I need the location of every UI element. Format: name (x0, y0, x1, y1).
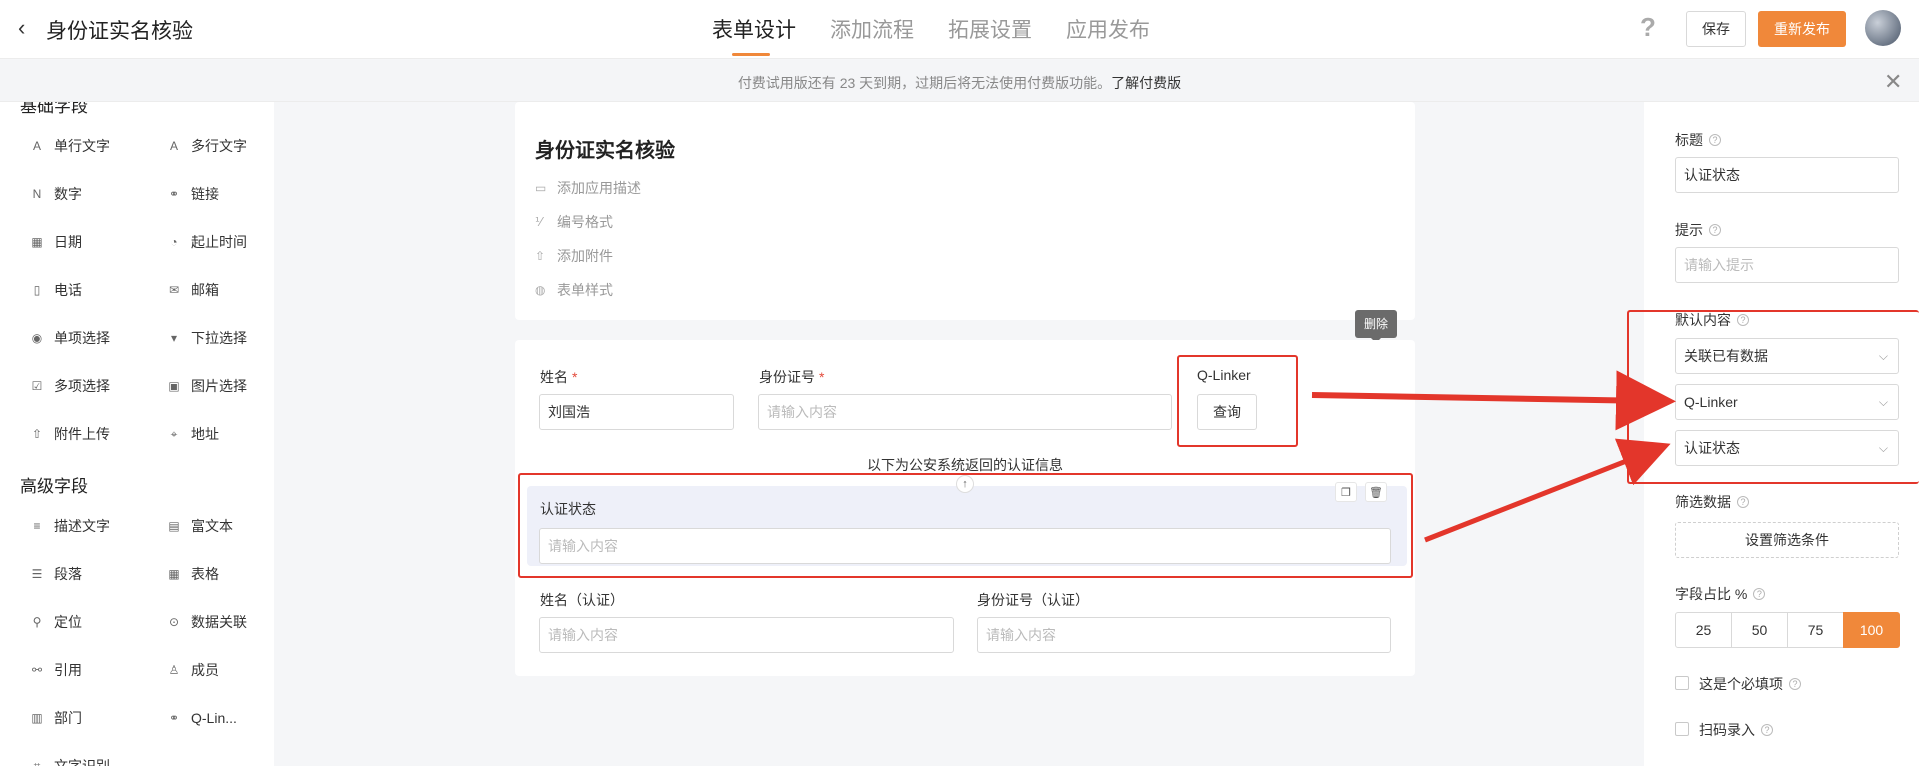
republish-button[interactable]: 重新发布 (1758, 11, 1846, 47)
close-icon[interactable]: ✕ (1884, 69, 1902, 95)
save-button[interactable]: 保存 (1686, 11, 1746, 47)
app-title: 身份证实名核验 (46, 20, 193, 43)
trial-notice-message: 付费试用版还有 23 天到期，过期后将无法使用付费版功能。 (737, 75, 1112, 91)
user-avatar[interactable] (1865, 10, 1901, 46)
tab-extend-settings[interactable]: 拓展设置 (948, 14, 1032, 44)
tab-add-flow[interactable]: 添加流程 (830, 14, 914, 44)
tab-form-design[interactable]: 表单设计 (712, 14, 796, 44)
tab-app-publish[interactable]: 应用发布 (1066, 14, 1150, 44)
annotation-arrows (1311, 370, 1676, 543)
trial-notice-link[interactable]: 了解付费版 (1111, 75, 1181, 91)
trial-notice-bar: 付费试用版还有 23 天到期，过期后将无法使用付费版功能。了解付费版 ✕ (0, 60, 1919, 102)
arrow-to-result-select (1424, 438, 1671, 543)
active-tab-indicator (732, 53, 770, 56)
trial-notice-text: 付费试用版还有 23 天到期，过期后将无法使用付费版功能。了解付费版 (0, 73, 1919, 93)
help-icon[interactable]: ? (1640, 12, 1656, 43)
top-header: ‹ 身份证实名核验 表单设计 添加流程 拓展设置 应用发布 ? 保存 重新发布 (0, 0, 1919, 59)
arrow-to-qlinker-select (1311, 370, 1676, 431)
back-chevron-icon[interactable]: ‹ (18, 16, 38, 40)
